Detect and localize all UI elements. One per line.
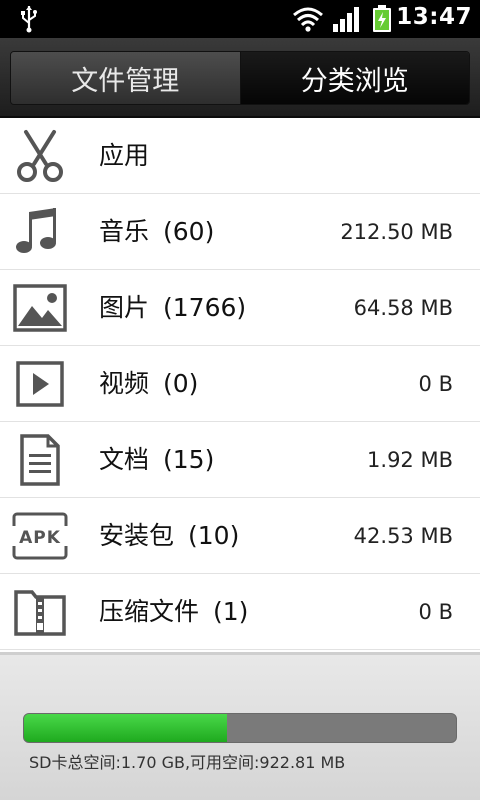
tab-group: 文件管理 分类浏览	[10, 51, 470, 105]
category-label: 安装包 (10)	[99, 498, 239, 574]
tab-bar: 文件管理 分类浏览	[0, 38, 480, 118]
list-item-videos[interactable]: 视频 (0) 0 B	[0, 346, 480, 422]
category-name: 压缩文件	[99, 597, 200, 626]
scissors-icon	[17, 130, 63, 182]
category-count: (1766)	[163, 293, 247, 322]
battery-charging-icon	[373, 5, 391, 32]
storage-summary: SD卡总空间:1.70 GB,可用空间:922.81 MB	[29, 753, 346, 772]
category-size: 0 B	[418, 600, 453, 624]
picture-icon	[13, 284, 67, 332]
list-item-documents[interactable]: 文档 (15) 1.92 MB	[0, 422, 480, 498]
list-item-pictures[interactable]: 图片 (1766) 64.58 MB	[0, 270, 480, 346]
wifi-icon	[293, 7, 323, 32]
category-label: 应用	[99, 118, 163, 194]
category-label: 音乐 (60)	[99, 194, 214, 270]
category-name: 视频	[99, 369, 150, 398]
storage-used-fill	[24, 714, 228, 742]
category-label: 视频 (0)	[99, 346, 198, 422]
zip-folder-icon	[14, 590, 66, 636]
usb-icon	[21, 6, 37, 33]
list-item-apps[interactable]: 应用	[0, 118, 480, 194]
status-bar: 13:47	[0, 0, 480, 38]
tab-file-manager[interactable]: 文件管理	[11, 52, 241, 104]
category-list: 应用 音乐 (60) 212.50 MB 图片 (1766) 64.58 MB …	[0, 118, 480, 650]
clock: 13:47	[396, 4, 472, 30]
category-count: (0)	[163, 369, 199, 398]
tab-category-browse[interactable]: 分类浏览	[240, 52, 469, 104]
category-size: 212.50 MB	[340, 220, 453, 244]
category-count: (15)	[163, 445, 215, 474]
category-count: (1)	[213, 597, 249, 626]
category-size: 1.92 MB	[367, 448, 453, 472]
category-name: 图片	[99, 293, 150, 322]
category-size: 0 B	[418, 372, 453, 396]
storage-usage-bar	[23, 713, 457, 743]
category-name: 应用	[99, 141, 150, 170]
list-item-apk[interactable]: APK 安装包 (10) 42.53 MB	[0, 498, 480, 574]
category-name: 安装包	[99, 521, 175, 550]
document-icon	[20, 434, 60, 486]
storage-panel: SD卡总空间:1.70 GB,可用空间:922.81 MB	[0, 652, 480, 800]
video-play-icon	[16, 361, 64, 407]
category-name: 文档	[99, 445, 150, 474]
list-item-music[interactable]: 音乐 (60) 212.50 MB	[0, 194, 480, 270]
apk-icon: APK	[12, 512, 68, 560]
category-label: 文档 (15)	[99, 422, 214, 498]
signal-strength-icon	[333, 7, 359, 32]
category-label: 图片 (1766)	[99, 270, 246, 346]
svg-text:APK: APK	[19, 528, 61, 548]
category-count: (10)	[188, 521, 240, 550]
category-name: 音乐	[99, 217, 150, 246]
category-size: 42.53 MB	[353, 524, 453, 548]
list-item-archives[interactable]: 压缩文件 (1) 0 B	[0, 574, 480, 650]
category-size: 64.58 MB	[353, 296, 453, 320]
category-label: 压缩文件 (1)	[99, 574, 248, 650]
category-count: (60)	[163, 217, 215, 246]
music-note-icon	[16, 208, 56, 253]
